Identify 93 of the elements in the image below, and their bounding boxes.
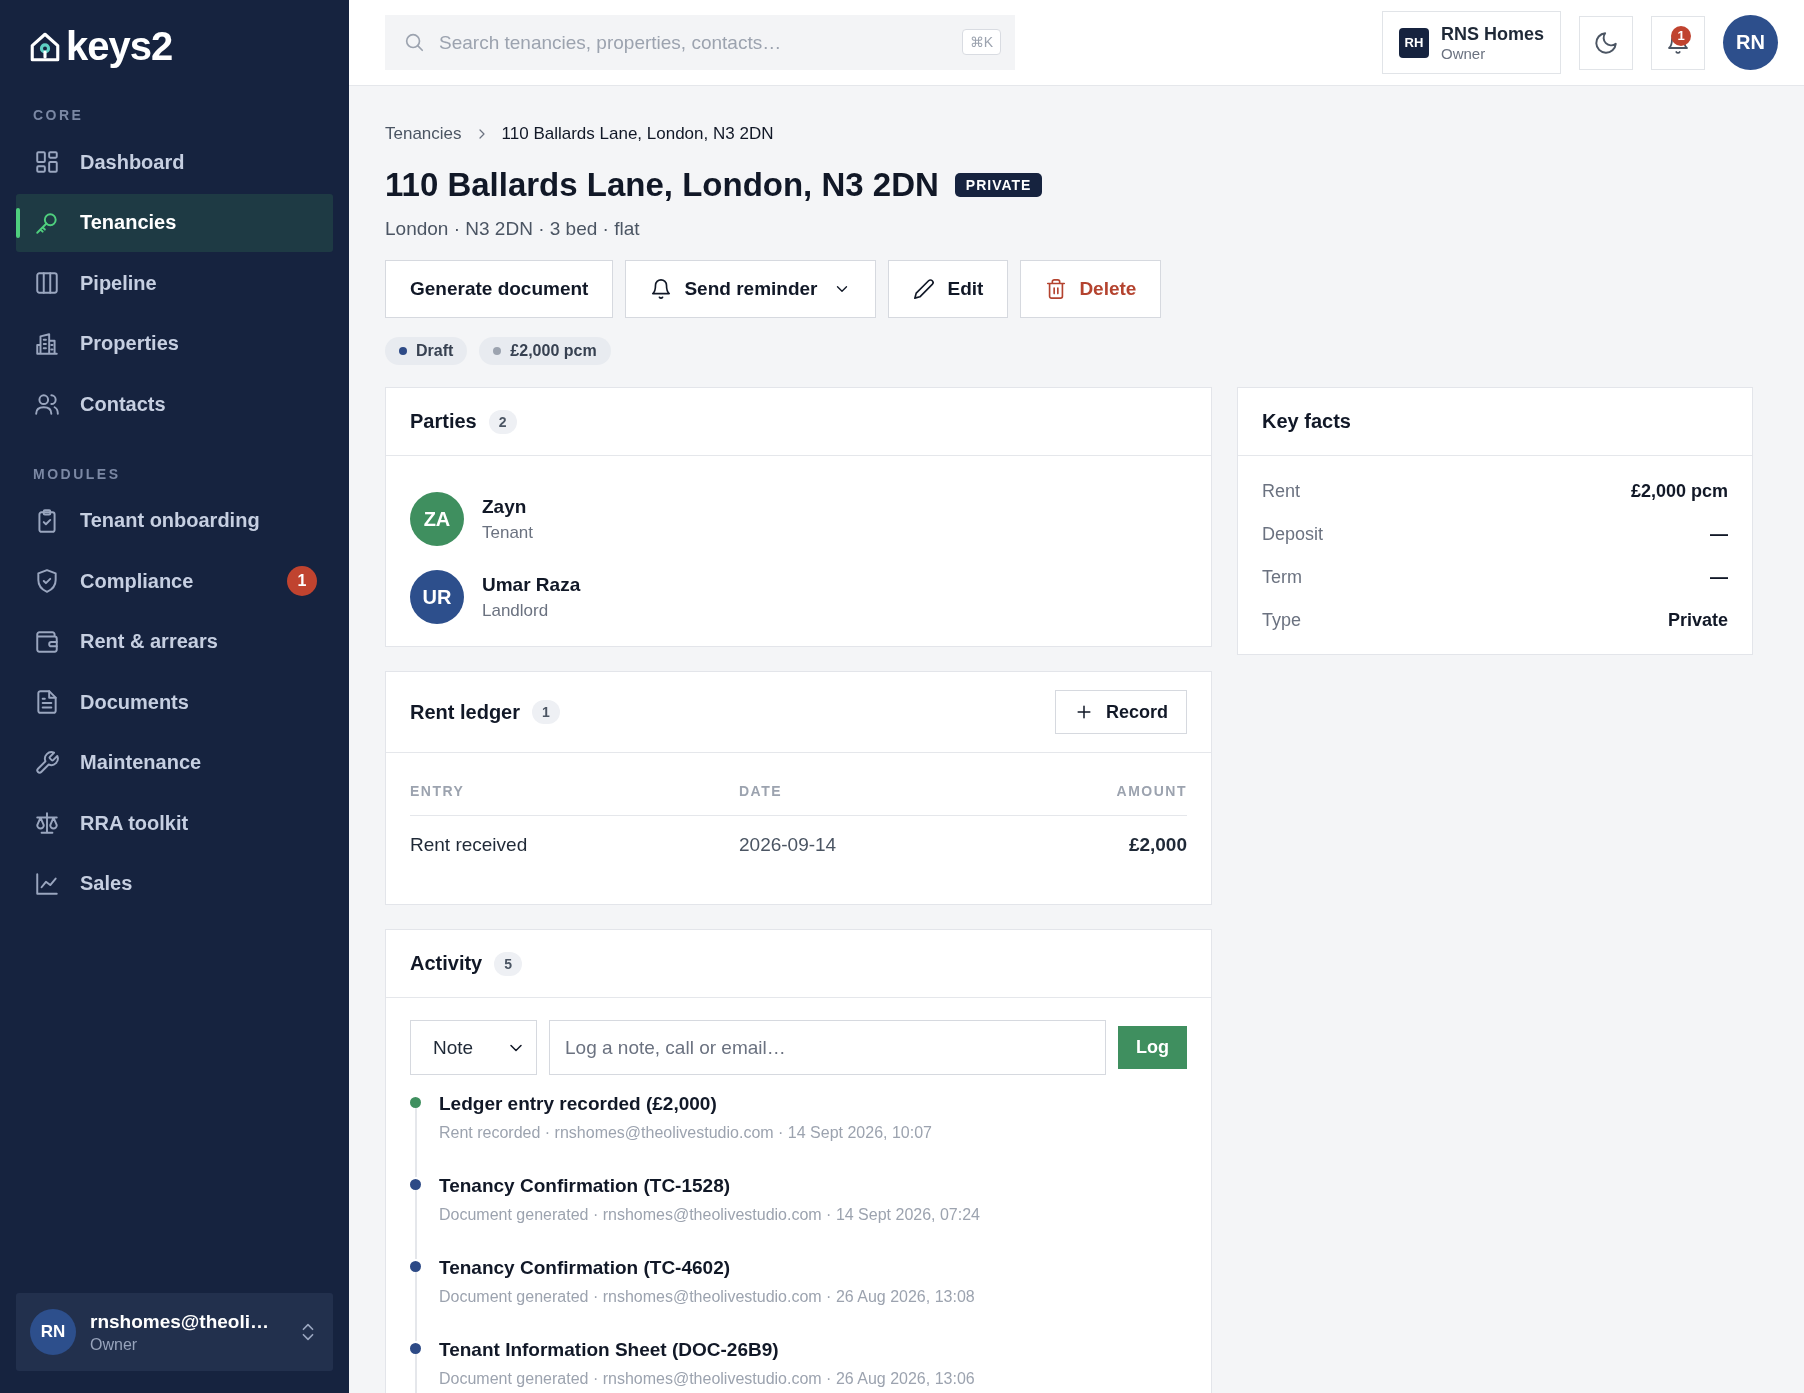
log-button[interactable]: Log	[1118, 1026, 1187, 1069]
activity-title: Tenant Information Sheet (DOC-26B9)	[439, 1339, 780, 1361]
nav-item[interactable]: RRA toolkit	[16, 794, 333, 852]
column-header: ENTRY	[410, 783, 466, 799]
table-cell-text: 2026-09-14	[739, 834, 838, 856]
edit-button[interactable]: Edit	[888, 260, 1009, 318]
nav-item[interactable]: Sales	[16, 854, 333, 913]
fact-label: Type	[1262, 610, 1302, 631]
fact-label: Rent	[1262, 481, 1301, 502]
user-avatar[interactable]: RN	[1723, 15, 1778, 70]
activity-title: Tenancy Confirmation (TC-4602)	[439, 1257, 732, 1279]
record-button[interactable]: Record	[1055, 690, 1187, 734]
column-header: AMOUNT	[1116, 783, 1187, 799]
nav-item[interactable]: Maintenance	[16, 733, 333, 792]
count-badge: 1	[532, 700, 560, 724]
moon-icon	[1593, 29, 1619, 56]
org-role: Owner	[1440, 44, 1487, 62]
party-role: Tenant	[482, 522, 534, 543]
count-badge: 5	[494, 951, 523, 976]
activity-meta: Document generated · rnshomes@theolivestudio.com · 26 Aug 2026, 13:08	[439, 1288, 975, 1306]
org-logo: RH	[1398, 27, 1429, 58]
columns-icon	[34, 270, 60, 296]
count-badge: 1	[287, 566, 317, 596]
fact-value: Private	[1667, 610, 1728, 631]
fact-value: —	[1710, 567, 1728, 588]
nav-item[interactable]: Pipeline	[16, 254, 333, 312]
shortcut-key: ⌘K	[961, 29, 1001, 55]
page-title: 110 Ballards Lane, London, N3 2DN	[385, 166, 939, 204]
status-tag: Draft	[385, 337, 468, 365]
people-icon	[34, 391, 60, 417]
nav-item[interactable]: Compliance 1	[16, 552, 333, 610]
search-icon	[403, 31, 425, 53]
nav-item[interactable]: Properties	[16, 314, 333, 373]
chart-icon	[34, 870, 60, 897]
breadcrumb-current: 110 Ballards Lane, London, N3 2DN	[501, 124, 774, 144]
type-badge: PRIVATE	[954, 173, 1043, 197]
nav-item[interactable]: Dashboard	[16, 133, 333, 191]
nav-item[interactable]: Tenant onboarding	[16, 491, 333, 550]
party-name: Umar Raza	[482, 573, 581, 596]
breadcrumb-link[interactable]: Tenancies	[385, 124, 462, 144]
document-icon	[34, 689, 60, 715]
generate-document-button[interactable]: Generate document	[385, 260, 614, 318]
shield-icon	[34, 568, 60, 594]
grid-icon	[34, 149, 60, 175]
activity-meta: Rent recorded · rnshomes@theolivestudio.com · 14 Sept 2026, 10:07	[439, 1124, 932, 1142]
activity-title: Tenancy Confirmation (TC-1528)	[439, 1175, 732, 1197]
fact-value: £2,000 pcm	[1630, 481, 1728, 502]
notification-badge: 1	[1671, 25, 1691, 46]
table-cell-text: Rent received	[410, 834, 529, 856]
card-title: Parties	[410, 410, 477, 433]
card-title: Key facts	[1262, 410, 1351, 433]
trash-icon	[1045, 278, 1068, 300]
brand-name: keys2	[66, 24, 173, 69]
party-name: Zayn	[482, 495, 528, 518]
nav-item[interactable]: Documents	[16, 673, 333, 731]
delete-button[interactable]: Delete	[1020, 260, 1162, 318]
fact-value: —	[1710, 524, 1728, 545]
fact-label: Term	[1262, 567, 1302, 588]
column-header: DATE	[739, 783, 784, 799]
user-role: Owner	[90, 1335, 139, 1354]
activity-meta: Document generated · rnshomes@theolivestudio.com · 26 Aug 2026, 13:06	[439, 1370, 975, 1388]
building-icon	[34, 330, 60, 357]
org-name: RNS Homes	[1440, 23, 1544, 45]
bell-icon	[650, 278, 673, 300]
wallet-icon	[34, 628, 60, 655]
section-label: MODULES	[33, 465, 122, 482]
user-avatar: RN	[30, 1309, 76, 1355]
card-title: Rent ledger	[410, 700, 521, 724]
table-cell: £2,000	[1128, 834, 1187, 856]
pencil-icon	[913, 278, 936, 300]
nav-item[interactable]: Tenancies	[16, 193, 333, 252]
scales-icon	[34, 810, 60, 836]
card-title: Activity	[410, 952, 483, 975]
activity-title: Ledger entry recorded (£2,000)	[439, 1093, 718, 1115]
fact-label: Deposit	[1262, 524, 1324, 545]
notifications-button[interactable]: 1	[1651, 15, 1705, 70]
nav-item[interactable]: Contacts	[16, 375, 333, 433]
type-select[interactable]: Note	[410, 1020, 537, 1075]
note-input[interactable]: Log a note, call or email…	[549, 1020, 1106, 1075]
party-avatar: ZA	[410, 492, 464, 546]
wrench-icon	[34, 749, 60, 776]
theme-button[interactable]	[1579, 15, 1633, 70]
section-label: CORE	[33, 107, 85, 123]
nav-item[interactable]: Rent & arrears	[16, 612, 333, 671]
user-card[interactable]: RN rnshomes@theoli… Owner	[16, 1293, 333, 1371]
page-subtitle: London · N3 2DN · 3 bed · flat	[385, 218, 641, 240]
party-role: Landlord	[482, 600, 550, 621]
status-tag: £2,000 pcm	[479, 337, 611, 365]
party-avatar: UR	[410, 570, 464, 624]
count-badge: 2	[488, 409, 517, 434]
user-email: rnshomes@theoli…	[90, 1310, 269, 1333]
activity-meta: Document generated · rnshomes@theolivestudio.com · 14 Sept 2026, 07:24	[439, 1206, 980, 1224]
send-reminder-button[interactable]: Send reminder	[625, 260, 877, 318]
